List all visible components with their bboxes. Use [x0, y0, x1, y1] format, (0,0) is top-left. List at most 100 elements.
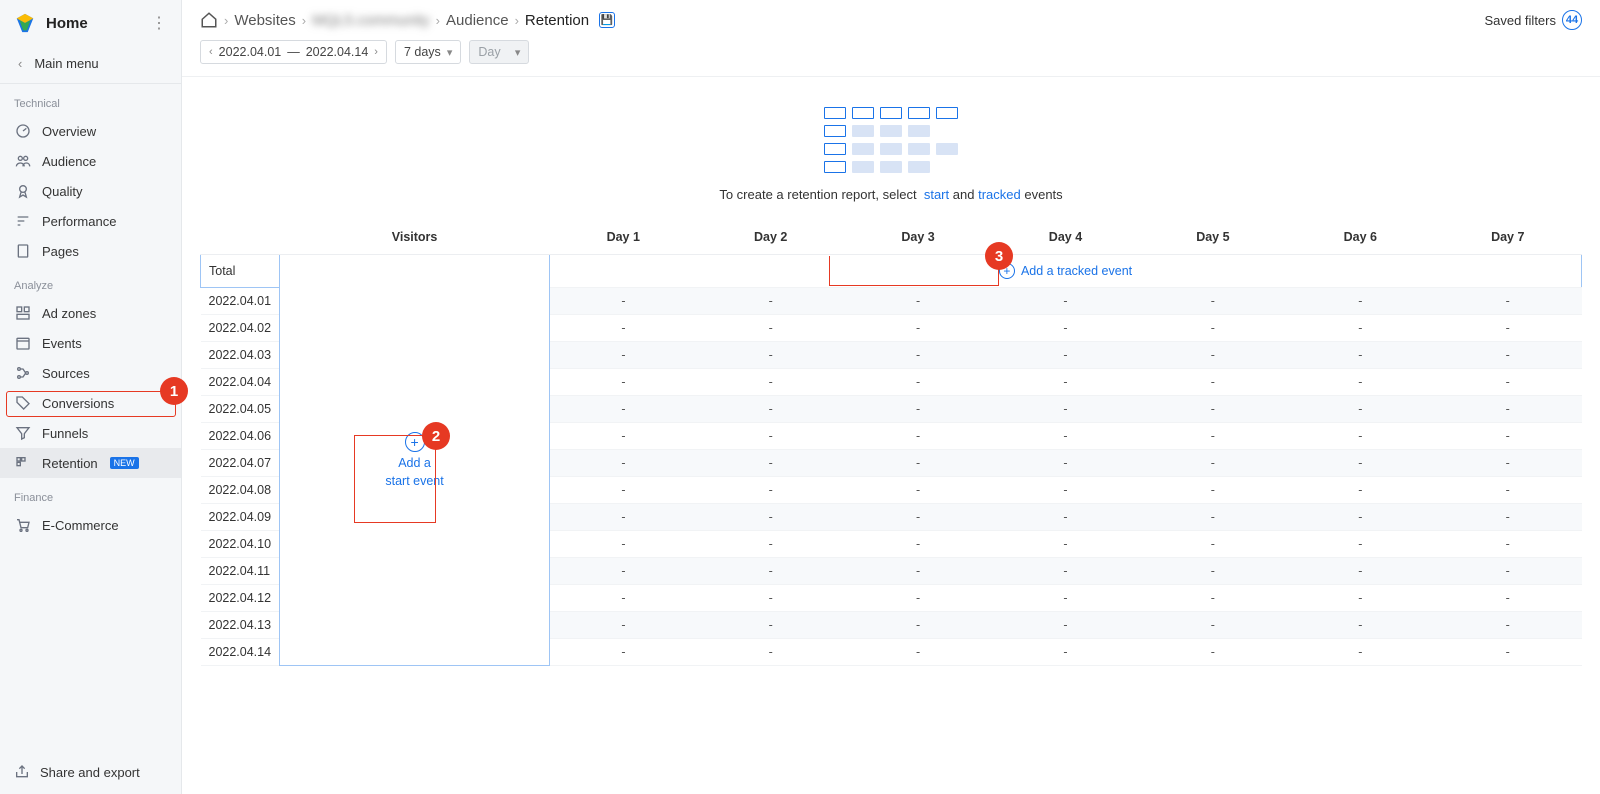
data-cell: - [550, 585, 697, 612]
data-cell: - [550, 369, 697, 396]
nav-label: Events [42, 336, 82, 351]
crumb-retention: Retention [525, 12, 589, 29]
nav-label: Ad zones [42, 306, 96, 321]
nav-label: Sources [42, 366, 90, 381]
nav-label: E-Commerce [42, 518, 119, 533]
nav-item-ecommerce[interactable]: E-Commerce [0, 510, 181, 540]
add-tracked-cell: + Add a tracked event [550, 255, 1582, 288]
col-day6: Day 6 [1287, 220, 1434, 255]
home-icon[interactable] [200, 11, 218, 29]
data-cell: - [697, 585, 844, 612]
data-cell: - [844, 315, 991, 342]
data-cell: - [1434, 504, 1582, 531]
row-date: 2022.04.04 [201, 369, 280, 396]
saved-filters-count: 44 [1562, 10, 1582, 30]
sidebar-menu-icon[interactable]: ⋮ [151, 13, 167, 33]
col-day3: Day 3 [844, 220, 991, 255]
nav-label: Pages [42, 244, 79, 259]
data-cell: - [1287, 369, 1434, 396]
data-cell: - [697, 396, 844, 423]
row-date: 2022.04.07 [201, 450, 280, 477]
data-cell: - [1287, 585, 1434, 612]
data-cell: - [844, 288, 991, 315]
data-cell: - [992, 342, 1139, 369]
chevron-left-icon[interactable]: ‹ [209, 46, 213, 58]
data-cell: - [844, 396, 991, 423]
callout-box-3 [829, 256, 999, 286]
data-cell: - [1139, 585, 1286, 612]
data-cell: - [1287, 288, 1434, 315]
callout-2: 2 [422, 422, 450, 450]
nav-item-adzones[interactable]: Ad zones [0, 298, 181, 328]
nav-label: Overview [42, 124, 96, 139]
data-cell: - [1139, 612, 1286, 639]
col-day5: Day 5 [1139, 220, 1286, 255]
callout-box-2 [354, 435, 436, 523]
col-day4: Day 4 [992, 220, 1139, 255]
data-cell: - [1434, 639, 1582, 666]
retention-icon [14, 454, 32, 472]
range-select[interactable]: 7 days ▾ [395, 40, 461, 64]
crumb-audience[interactable]: Audience [446, 12, 509, 29]
tracked-link[interactable]: tracked [978, 187, 1021, 202]
share-label: Share and export [40, 765, 140, 780]
award-icon [14, 182, 32, 200]
data-cell: - [992, 639, 1139, 666]
data-cell: - [1287, 450, 1434, 477]
nav-item-performance[interactable]: Performance [0, 206, 181, 236]
main-menu-label: Main menu [34, 56, 98, 71]
nav-item-funnels[interactable]: Funnels [0, 418, 181, 448]
row-date: 2022.04.03 [201, 342, 280, 369]
nav-item-retention[interactable]: Retention NEW [0, 448, 181, 478]
share-export-link[interactable]: Share and export [0, 750, 181, 794]
date-sep: — [287, 45, 300, 59]
granularity-select[interactable]: Day ▾ [469, 40, 529, 64]
nav-item-overview[interactable]: Overview [0, 116, 181, 146]
data-cell: - [844, 612, 991, 639]
col-day7: Day 7 [1434, 220, 1582, 255]
date-range-picker[interactable]: ‹ 2022.04.01 — 2022.04.14 › [200, 40, 387, 64]
crumb-site[interactable]: MQL5.community [312, 12, 430, 29]
col-day1: Day 1 [550, 220, 697, 255]
data-cell: - [1287, 531, 1434, 558]
data-cell: - [1434, 423, 1582, 450]
nav-item-events[interactable]: Events [0, 328, 181, 358]
save-report-icon[interactable]: 💾 [599, 12, 615, 28]
nav-item-sources[interactable]: Sources [0, 358, 181, 388]
data-cell: - [697, 450, 844, 477]
data-cell: - [844, 450, 991, 477]
data-cell: - [844, 369, 991, 396]
nav-item-audience[interactable]: Audience [0, 146, 181, 176]
data-cell: - [1434, 369, 1582, 396]
data-cell: - [1434, 450, 1582, 477]
total-label: Total [201, 255, 280, 288]
row-date: 2022.04.08 [201, 477, 280, 504]
new-badge: NEW [110, 457, 139, 469]
data-cell: - [1434, 585, 1582, 612]
data-cell: - [1287, 504, 1434, 531]
main-menu-link[interactable]: ‹ Main menu [0, 46, 181, 84]
data-cell: - [550, 504, 697, 531]
cart-icon [14, 516, 32, 534]
data-cell: - [697, 369, 844, 396]
start-link[interactable]: start [924, 187, 949, 202]
granularity-label: Day [478, 45, 500, 59]
data-cell: - [844, 585, 991, 612]
data-cell: - [992, 531, 1139, 558]
saved-filters[interactable]: Saved filters 44 [1484, 10, 1582, 30]
nav-label: Performance [42, 214, 116, 229]
nav-item-quality[interactable]: Quality [0, 176, 181, 206]
table-header-row: Visitors Day 1 Day 2 Day 3 Day 4 Day 5 D… [201, 220, 1582, 255]
chevron-right-icon[interactable]: › [374, 46, 378, 58]
nav-item-pages[interactable]: Pages [0, 236, 181, 266]
data-cell: - [992, 369, 1139, 396]
crumb-websites[interactable]: Websites [234, 12, 295, 29]
data-cell: - [1434, 315, 1582, 342]
data-cell: - [1139, 504, 1286, 531]
grid-icon [14, 304, 32, 322]
add-tracked-event-button[interactable]: + Add a tracked event [558, 263, 1573, 279]
users-icon [14, 152, 32, 170]
add-tracked-label: Add a tracked event [1021, 264, 1132, 278]
nav-section-technical: Technical Overview Audience Quality Perf… [0, 84, 181, 266]
data-cell: - [550, 315, 697, 342]
